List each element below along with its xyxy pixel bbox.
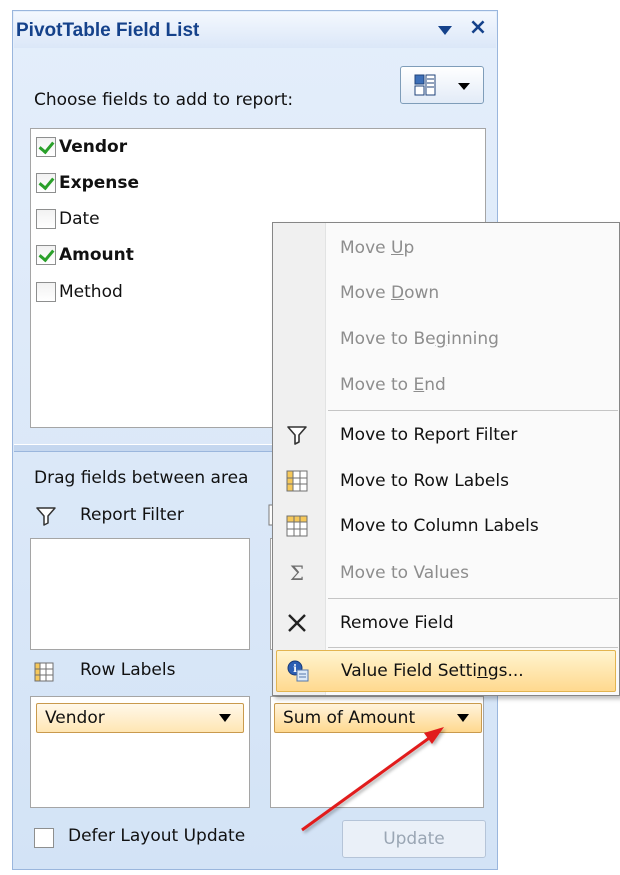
menu-separator — [328, 598, 618, 599]
filter-icon — [287, 426, 307, 445]
menu-item-label: Move to Beginning — [340, 329, 499, 349]
access-key: E — [413, 375, 425, 395]
report-filter-drop-area[interactable] — [30, 538, 250, 650]
field-label: Expense — [59, 173, 140, 193]
drag-fields-label: Drag fields between area — [34, 468, 249, 488]
label-part: Value Field Setti — [341, 661, 478, 681]
label-part: Move to Be — [340, 329, 436, 349]
menu-item-label: Value Field Settings... — [341, 661, 524, 681]
menu-item-remove-field[interactable]: Remove Field — [274, 601, 618, 645]
menu-item-move-to-values[interactable]: Σ Move to Values — [274, 551, 618, 595]
label-part: Move to — [340, 375, 414, 395]
menu-separator — [328, 647, 618, 648]
menu-item-label: Move to Row Labels — [340, 471, 509, 491]
svg-text:i: i — [293, 664, 297, 675]
report-filter-area-label: Report Filter — [80, 505, 184, 525]
choose-fields-label: Choose fields to add to report: — [34, 90, 294, 110]
update-button[interactable]: Update — [342, 820, 486, 858]
access-key: U — [391, 238, 404, 258]
field-item-method[interactable]: Method — [36, 280, 123, 304]
label-part: nd — [424, 375, 446, 395]
menu-item-label: Move to End — [340, 375, 446, 395]
field-label: Vendor — [59, 137, 128, 157]
menu-item-move-up[interactable]: Move Up — [274, 226, 618, 270]
menu-item-value-field-settings[interactable]: i Value Field Settings... — [276, 650, 616, 692]
menu-item-label: Move Up — [340, 238, 414, 258]
menu-item-label: Move Down — [340, 283, 439, 303]
field-layout-icon — [414, 74, 436, 96]
pane-options-dropdown-icon[interactable] — [438, 26, 452, 35]
field-label: Date — [59, 209, 100, 229]
menu-item-label: Move to Report Filter — [340, 425, 518, 445]
field-label: Amount — [59, 245, 134, 265]
field-item-amount[interactable]: Amount — [36, 243, 134, 267]
pill-label: Vendor — [45, 708, 105, 728]
layout-view-button[interactable] — [400, 66, 484, 104]
field-item-date[interactable]: Date — [36, 207, 100, 231]
row-labels-icon — [34, 662, 54, 682]
value-field-sum-of-amount-pill[interactable]: Sum of Amount — [274, 703, 482, 733]
row-labels-icon — [286, 470, 308, 492]
menu-item-move-to-report-filter[interactable]: Move to Report Filter — [274, 413, 618, 457]
menu-item-label: Move to Values — [340, 563, 470, 583]
menu-item-move-to-end[interactable]: Move to End — [274, 363, 618, 407]
remove-icon — [288, 614, 306, 632]
field-checkbox-vendor[interactable] — [36, 137, 56, 157]
field-checkbox-amount[interactable] — [36, 245, 56, 265]
close-icon[interactable]: × — [466, 16, 490, 40]
menu-item-label: Remove Field — [340, 613, 454, 633]
defer-layout-update-label: Defer Layout Update — [68, 826, 246, 846]
chevron-down-icon[interactable] — [219, 714, 231, 722]
chevron-down-icon — [458, 83, 470, 90]
menu-item-move-to-column-labels[interactable]: Move to Column Labels — [274, 504, 618, 548]
access-key: g — [435, 329, 447, 349]
filter-icon — [36, 507, 56, 526]
value-settings-icon: i — [287, 660, 309, 682]
access-key: D — [391, 283, 405, 303]
field-checkbox-expense[interactable] — [36, 173, 56, 193]
menu-item-move-to-beginning[interactable]: Move to Beginning — [274, 317, 618, 361]
sigma-icon: Σ — [289, 561, 305, 585]
menu-separator — [328, 410, 618, 411]
row-labels-area-label: Row Labels — [80, 660, 176, 680]
field-checkbox-method[interactable] — [36, 282, 56, 302]
pill-label: Sum of Amount — [283, 708, 416, 728]
chevron-down-icon[interactable] — [457, 714, 469, 722]
pane-title: PivotTable Field List — [16, 20, 200, 41]
access-key: n — [477, 661, 488, 681]
label-part: own — [404, 283, 440, 303]
menu-item-label: Move to Column Labels — [340, 516, 539, 536]
row-field-vendor-pill[interactable]: Vendor — [36, 703, 244, 733]
label-part: inning — [446, 329, 499, 349]
label-part: Move — [340, 283, 391, 303]
defer-layout-update-checkbox[interactable] — [34, 828, 54, 848]
menu-item-move-to-row-labels[interactable]: Move to Row Labels — [274, 459, 618, 503]
field-label: Method — [59, 282, 123, 302]
column-labels-icon — [286, 515, 308, 537]
field-checkbox-date[interactable] — [36, 209, 56, 229]
menu-item-move-down[interactable]: Move Down — [274, 271, 618, 315]
field-item-vendor[interactable]: Vendor — [36, 135, 127, 159]
label-part: gs... — [487, 661, 524, 681]
label-part: p — [403, 238, 415, 258]
label-part: Move — [340, 238, 391, 258]
field-item-expense[interactable]: Expense — [36, 171, 139, 195]
